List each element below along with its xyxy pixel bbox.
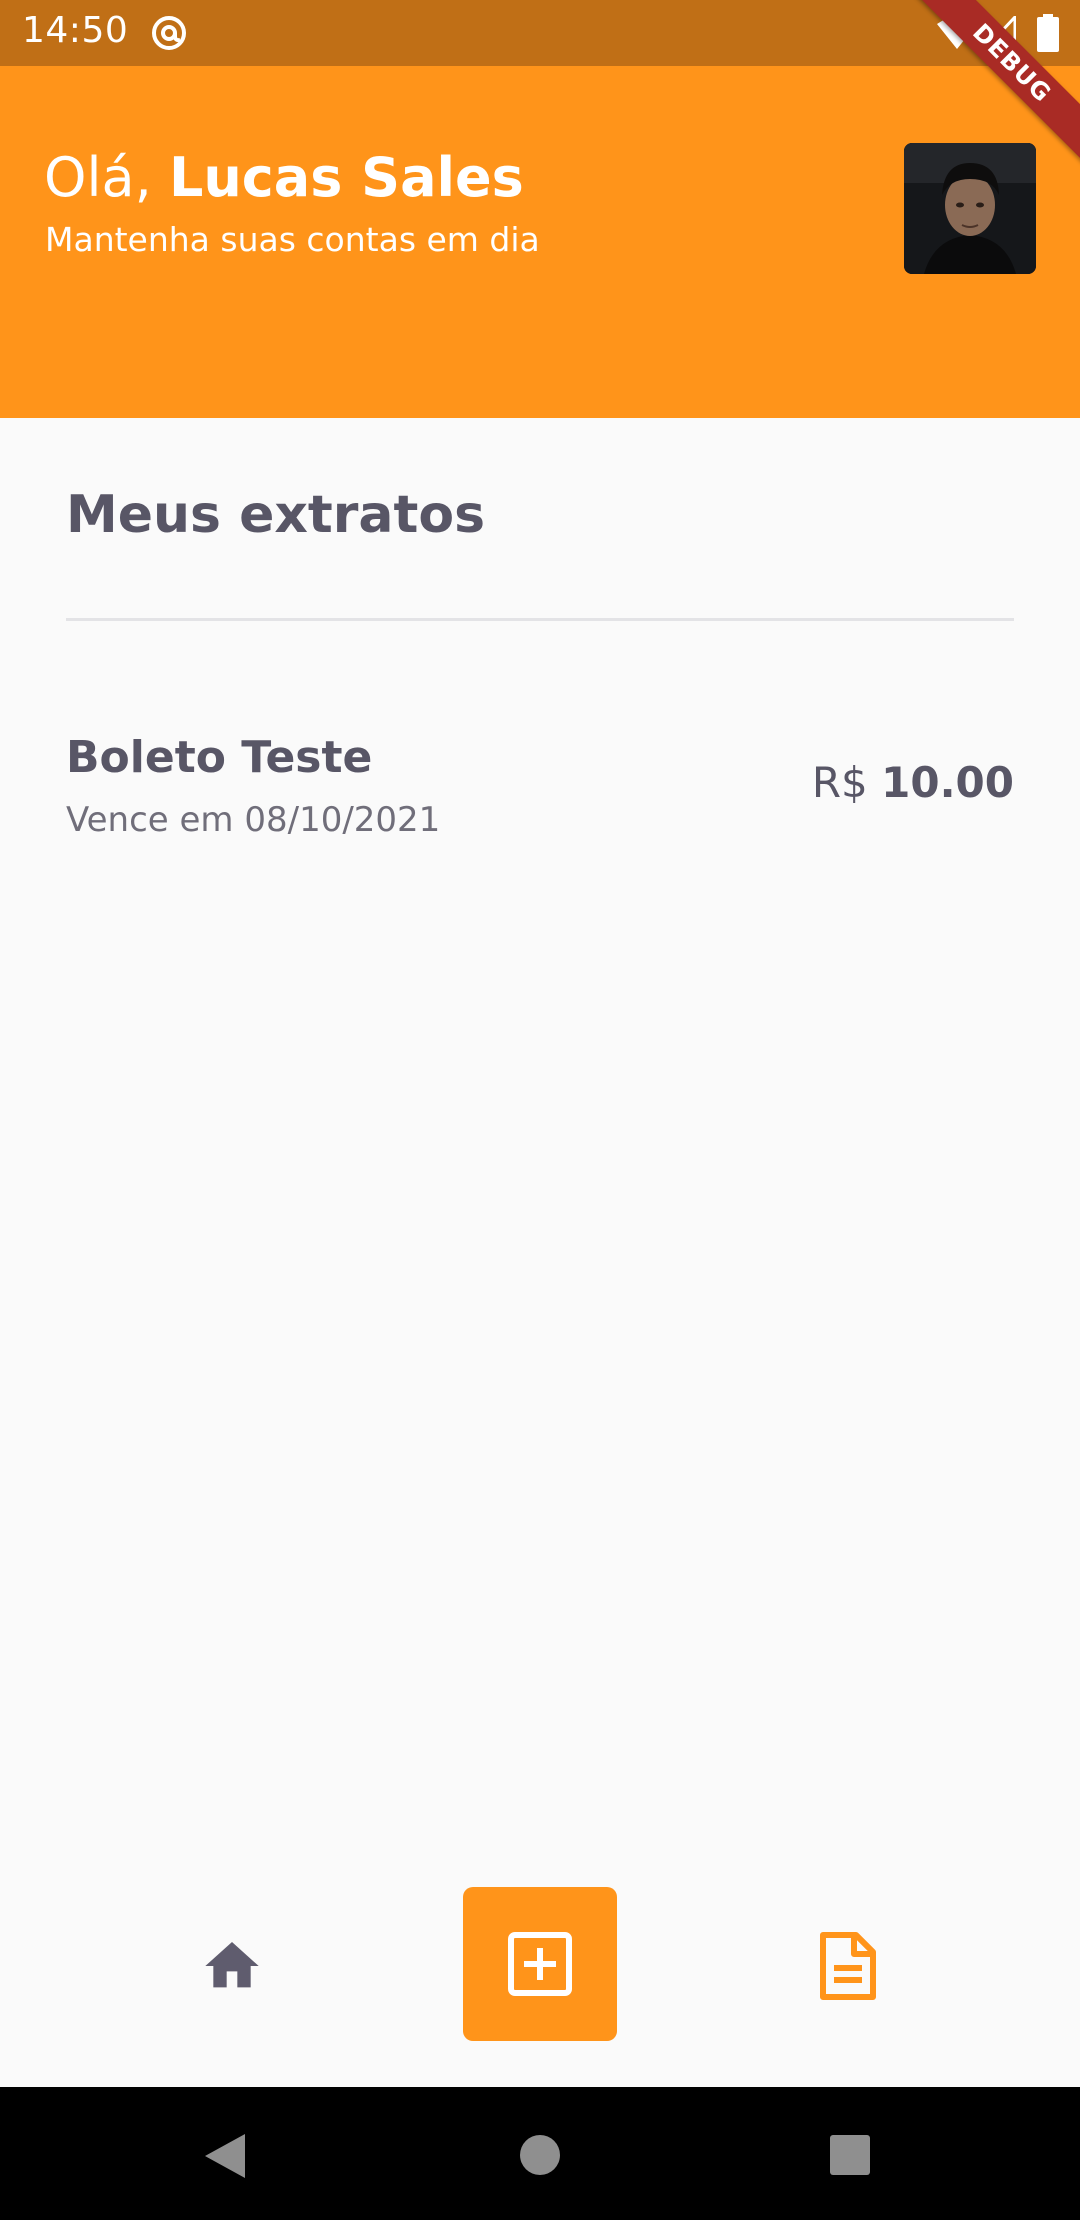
status-time: 14:50	[22, 10, 129, 51]
greeting-prefix: Olá,	[44, 146, 169, 209]
system-nav-bar	[0, 2087, 1080, 2220]
avatar[interactable]	[904, 143, 1036, 274]
currency-label: R$	[811, 758, 882, 807]
section-title: Meus extratos	[66, 485, 486, 545]
header: Olá, Lucas Sales Mantenha suas contas em…	[0, 66, 1080, 418]
add-button[interactable]	[463, 1887, 617, 2041]
statement-due-date: Vence em 08/10/2021	[66, 800, 441, 840]
status-bar: 14:50	[0, 0, 1080, 66]
document-icon[interactable]	[818, 1930, 878, 2002]
amount-value: 10.00	[881, 758, 1014, 807]
home-circle-icon[interactable]	[518, 2133, 562, 2177]
battery-icon	[1037, 14, 1059, 52]
user-photo-icon	[904, 143, 1036, 274]
divider	[66, 618, 1014, 621]
add-box-icon	[508, 1932, 572, 1996]
statement-amount: R$ 10.00	[812, 758, 1014, 807]
statement-item[interactable]: Boleto Teste Vence em 08/10/2021 R$ 10.0…	[66, 728, 1014, 848]
header-subtitle: Mantenha suas contas em dia	[45, 220, 540, 259]
back-icon[interactable]	[203, 2132, 247, 2180]
at-sign-icon	[152, 16, 186, 50]
home-icon[interactable]	[200, 1934, 264, 1998]
user-name: Lucas Sales	[168, 146, 524, 209]
statement-title: Boleto Teste	[66, 732, 373, 783]
recents-icon[interactable]	[829, 2134, 871, 2176]
app-screen: 14:50 DEBUG Olá, Lucas Sales Mantenha su…	[0, 0, 1080, 2220]
greeting: Olá, Lucas Sales	[44, 146, 524, 209]
bottom-nav	[0, 1870, 1080, 2086]
